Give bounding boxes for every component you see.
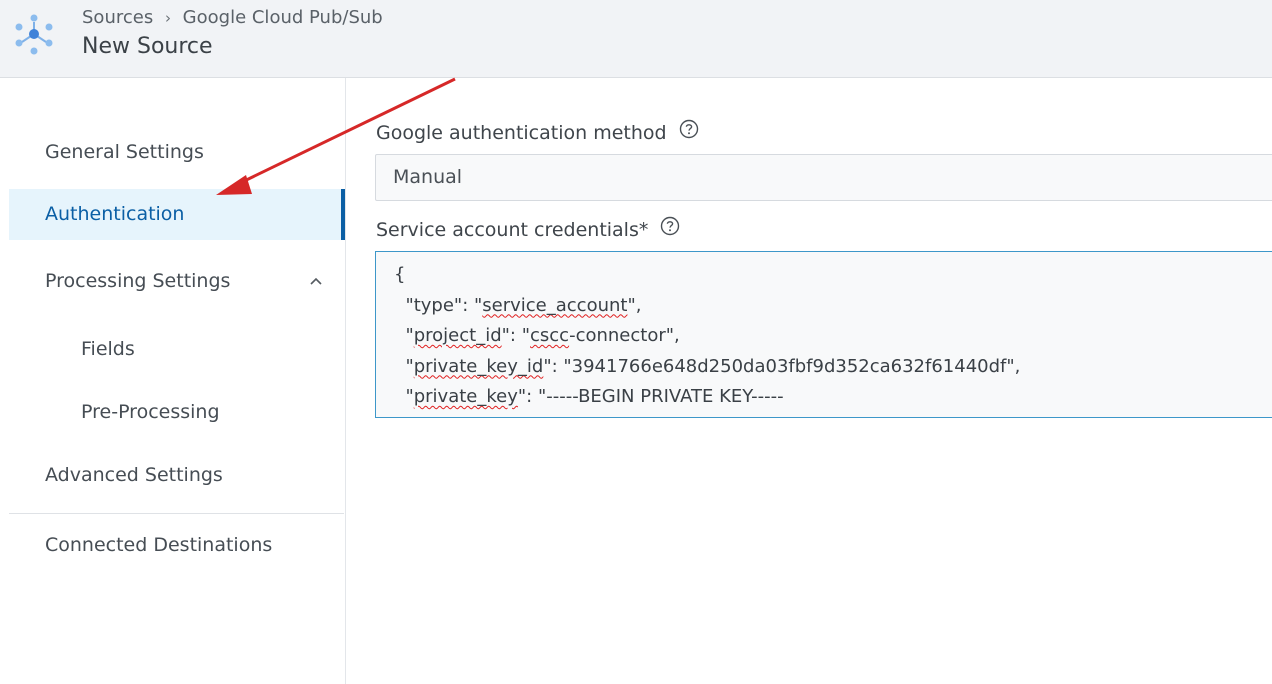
spellcheck-word: service_account [482, 294, 628, 316]
help-icon[interactable] [660, 216, 680, 241]
sidebar-item-advanced-settings[interactable]: Advanced Settings [9, 450, 345, 501]
app-header: Sources › Google Cloud Pub/Sub New Sourc… [0, 0, 1272, 78]
auth-method-label: Google authentication method [376, 119, 699, 144]
sidebar-item-label: Connected Destinations [45, 534, 273, 556]
sidebar-item-label: Authentication [45, 203, 185, 225]
network-nodes-icon[interactable] [10, 10, 58, 58]
spellcheck-word: private_key [413, 386, 518, 407]
credentials-label-text: Service account credentials* [376, 219, 649, 241]
sidebar-item-label: General Settings [45, 141, 204, 163]
sidebar-item-label: Advanced Settings [45, 464, 223, 486]
auth-method-value: Manual [393, 166, 463, 188]
auth-method-label-text: Google authentication method [376, 122, 667, 144]
credentials-line: "private_key_id": "3941766e648d250da03fb… [394, 355, 1021, 377]
sidebar: General Settings Authentication Processi… [0, 78, 346, 684]
spellcheck-word: private_key_id [413, 355, 544, 377]
sidebar-item-authentication[interactable]: Authentication [9, 189, 345, 240]
credentials-label: Service account credentials* [376, 216, 680, 241]
sidebar-item-pre-processing[interactable]: Pre-Processing [9, 387, 345, 438]
credentials-textarea[interactable]: { "type": "service_account", "project_id… [375, 251, 1272, 418]
help-icon[interactable] [679, 119, 699, 144]
spellcheck-word: cscc [530, 325, 570, 346]
sidebar-item-connected-destinations[interactable]: Connected Destinations [9, 520, 345, 571]
sidebar-item-processing-settings[interactable]: Processing Settings [9, 256, 345, 307]
sidebar-item-label: Pre-Processing [81, 401, 220, 423]
page-title: New Source [82, 34, 213, 59]
sidebar-divider [9, 513, 344, 514]
breadcrumb: Sources › Google Cloud Pub/Sub [82, 7, 383, 28]
breadcrumb-current: Google Cloud Pub/Sub [182, 7, 383, 28]
credentials-line: "type": "service_account", [394, 294, 642, 316]
credentials-line: "private_key": "-----BEGIN PRIVATE KEY--… [394, 386, 784, 407]
chevron-up-icon[interactable] [309, 256, 323, 307]
sidebar-item-label: Fields [81, 338, 135, 360]
sidebar-item-general-settings[interactable]: General Settings [9, 127, 345, 178]
sidebar-item-fields[interactable]: Fields [9, 324, 345, 375]
credentials-line: { [394, 264, 406, 285]
breadcrumb-sources-link[interactable]: Sources [82, 7, 153, 28]
spellcheck-word: project_id [413, 325, 502, 346]
auth-method-select[interactable]: Manual [375, 154, 1272, 201]
breadcrumb-separator: › [164, 9, 171, 27]
credentials-line: "project_id": "cscc-connector", [394, 325, 680, 346]
sidebar-item-label: Processing Settings [45, 270, 231, 292]
